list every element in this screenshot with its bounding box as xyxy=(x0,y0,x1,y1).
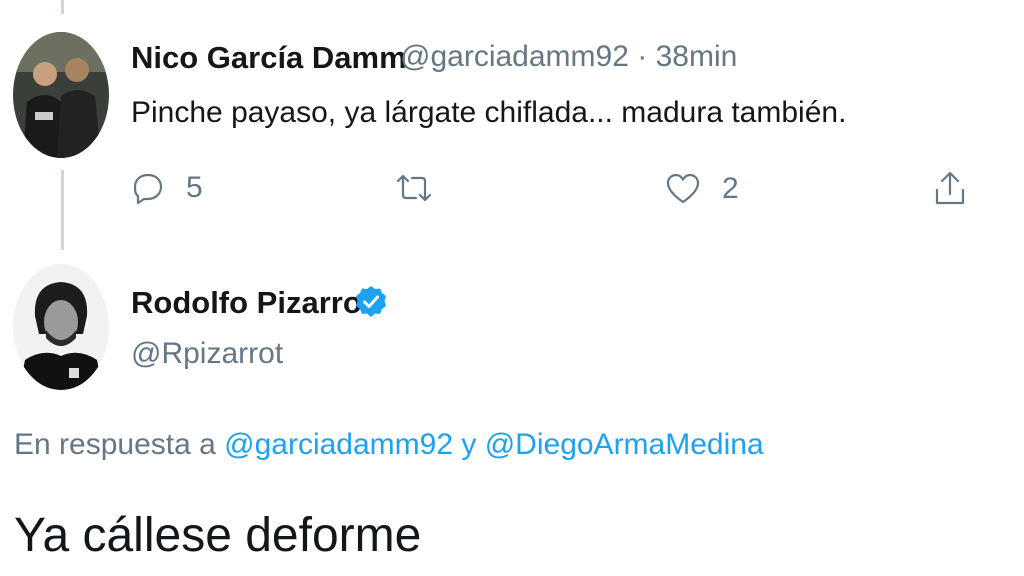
mention-garciadamm92[interactable]: @garciadamm92 xyxy=(224,428,453,461)
avatar-nico[interactable] xyxy=(13,32,109,158)
reply-button[interactable]: 5 xyxy=(132,171,203,205)
mention-diegoarmamedina[interactable]: @DiegoArmaMedina xyxy=(485,428,764,461)
author-name-rodolfo[interactable]: Rodolfo Pizarro xyxy=(131,285,362,321)
share-button[interactable] xyxy=(934,170,966,206)
author-handle-nico[interactable]: @garciadamm92 · 38min xyxy=(400,40,737,74)
author-name-nico[interactable]: Nico García Damm xyxy=(131,40,407,76)
thread-line-middle xyxy=(61,170,64,250)
like-count: 2 xyxy=(722,172,739,205)
tweet-text-nico: Pinche payaso, ya lárgate chiflada... ma… xyxy=(131,96,847,129)
like-button[interactable]: 2 xyxy=(666,172,739,206)
retweet-icon xyxy=(394,173,434,203)
thread-line-top xyxy=(61,0,64,14)
reply-icon xyxy=(132,172,164,204)
reply-count: 5 xyxy=(186,171,203,204)
tweet-text-rodolfo: Ya cállese deforme xyxy=(14,509,422,562)
reply-conjunction: y xyxy=(461,428,477,461)
reply-context: En respuesta a @garciadamm92 y @DiegoArm… xyxy=(14,428,764,462)
retweet-button[interactable] xyxy=(394,173,434,203)
handle-text[interactable]: @garciadamm92 xyxy=(400,40,629,73)
reply-prefix: En respuesta a xyxy=(14,428,216,461)
avatar-rodolfo[interactable] xyxy=(13,264,109,390)
handle-separator: · xyxy=(637,40,648,73)
tweet-timestamp[interactable]: 38min xyxy=(656,40,738,73)
share-icon xyxy=(934,170,966,206)
author-handle-rodolfo[interactable]: @Rpizarrot xyxy=(131,337,283,371)
verified-badge-icon xyxy=(354,285,388,324)
heart-icon xyxy=(666,173,700,205)
